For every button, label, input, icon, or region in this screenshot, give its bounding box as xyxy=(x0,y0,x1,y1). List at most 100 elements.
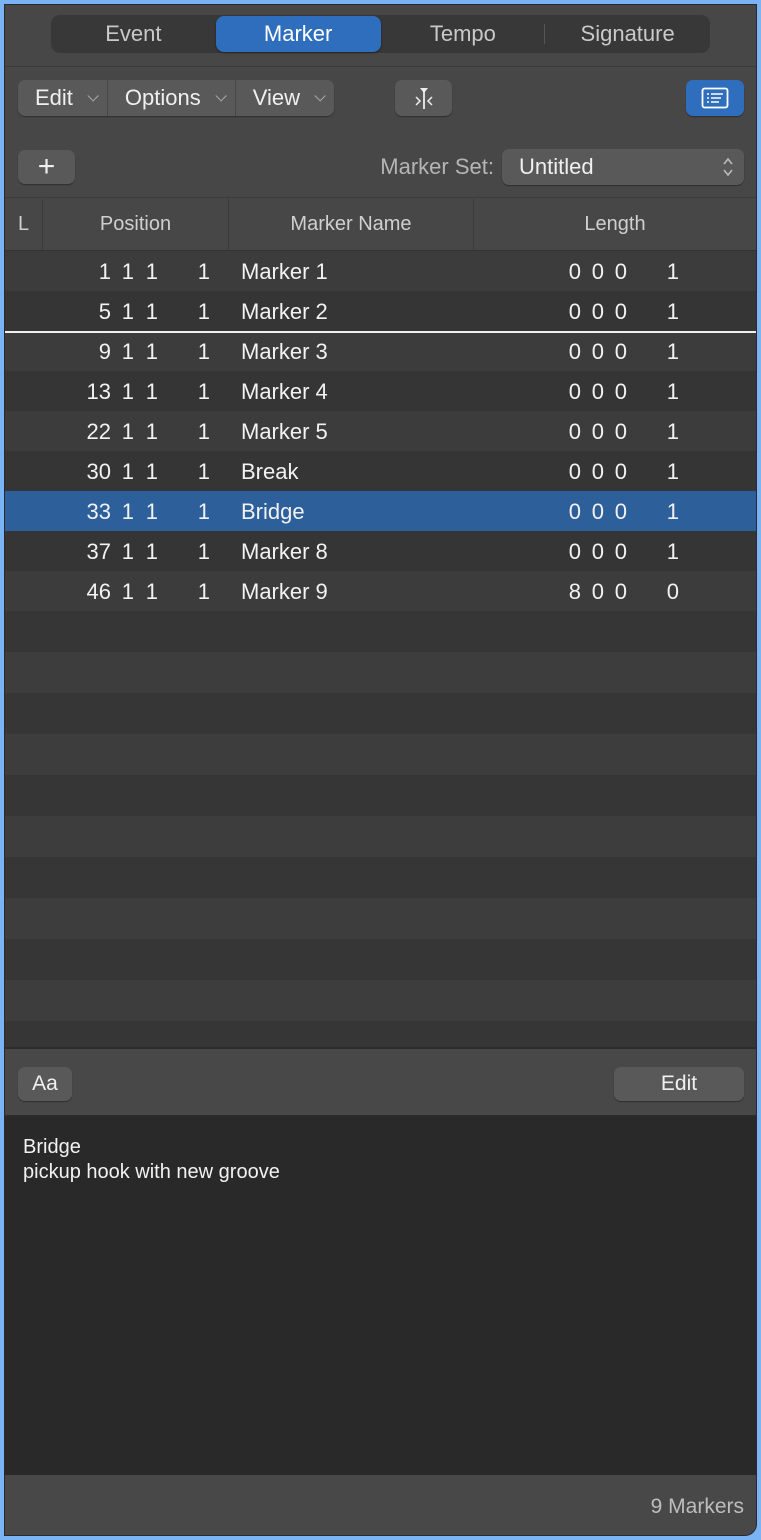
tab-bar: Event Marker Tempo Signature xyxy=(5,5,756,67)
position-division: 1 xyxy=(145,419,158,444)
marker-name[interactable]: Marker 9 xyxy=(241,579,328,605)
marker-name[interactable]: Marker 8 xyxy=(241,539,328,565)
position-division: 1 xyxy=(145,579,158,604)
tab-event[interactable]: Event xyxy=(51,15,216,53)
marker-count: 9 Markers xyxy=(650,1495,744,1518)
position-tick: 1 xyxy=(197,499,210,524)
table-row[interactable]: 30 1 1 1 Break 0 0 0 1 xyxy=(5,451,756,491)
empty-row xyxy=(5,734,756,775)
tab-segmented-control: Event Marker Tempo Signature xyxy=(51,15,710,53)
table-row[interactable]: 9 1 1 1 Marker 30001 xyxy=(5,331,756,371)
empty-row xyxy=(5,898,756,939)
length-beat: 0 xyxy=(591,379,604,404)
view-menu-label: View xyxy=(252,85,301,110)
edit-notes-button[interactable]: Edit xyxy=(614,1067,744,1101)
marker-name[interactable]: Marker 1 xyxy=(241,259,328,285)
add-marker-button[interactable]: + xyxy=(18,150,75,184)
font-button[interactable]: Aa xyxy=(18,1067,72,1101)
list-view-icon xyxy=(701,87,729,109)
position-bar: 22 xyxy=(86,419,111,444)
table-row[interactable]: 22 1 1 1 Marker 50001 xyxy=(5,411,756,451)
position-beat: 1 xyxy=(121,579,134,604)
catch-playhead-button[interactable] xyxy=(395,80,452,116)
position-division: 1 xyxy=(145,259,158,284)
position-bar: 13 xyxy=(86,379,111,404)
options-menu-label: Options xyxy=(124,85,201,110)
empty-row xyxy=(5,693,756,734)
position-bar: 5 xyxy=(98,299,111,324)
tab-signature[interactable]: Signature xyxy=(545,15,710,53)
length-division: 0 xyxy=(614,579,627,604)
up-down-chevron-icon xyxy=(723,157,733,177)
length-beat: 0 xyxy=(591,579,604,604)
marker-set-row: + Marker Set: Untitled xyxy=(5,136,756,198)
edit-menu-label: Edit xyxy=(35,85,73,110)
length-division: 0 xyxy=(614,339,627,364)
marker-set-value: Untitled xyxy=(519,154,594,179)
edit-menu-button[interactable]: Edit xyxy=(18,80,108,116)
empty-row xyxy=(5,775,756,816)
length-division: 0 xyxy=(614,499,627,524)
position-beat: 1 xyxy=(121,339,134,364)
marker-name[interactable]: Break xyxy=(241,459,298,485)
menu-group: Edit Options View xyxy=(18,80,335,116)
position-division: 1 xyxy=(145,499,158,524)
plus-icon: + xyxy=(37,150,56,183)
empty-row xyxy=(5,652,756,693)
position-beat: 1 xyxy=(121,419,134,444)
marker-list-window: Event Marker Tempo Signature Edit Option… xyxy=(4,4,757,1536)
length-division: 0 xyxy=(614,379,627,404)
table-row[interactable]: 33 1 1 1 Bridge 0 0 0 1 xyxy=(5,491,756,531)
marker-set-label: Marker Set: xyxy=(380,154,494,179)
table-row[interactable]: 5 1 1 1 Marker 20001 xyxy=(5,291,756,331)
column-header-lock[interactable]: L xyxy=(5,199,43,250)
options-menu-button[interactable]: Options xyxy=(108,80,236,116)
table-header: L Position Marker Name Length xyxy=(5,199,756,251)
length-division: 0 xyxy=(614,419,627,444)
position-beat: 1 xyxy=(121,299,134,324)
marker-name[interactable]: Marker 4 xyxy=(241,379,328,405)
length-bar: 0 xyxy=(568,539,581,564)
position-tick: 1 xyxy=(197,299,210,324)
notes-title: Bridge xyxy=(23,1136,81,1158)
length-tick: 1 xyxy=(666,379,679,404)
marker-name[interactable]: Marker 5 xyxy=(241,419,328,445)
position-tick: 1 xyxy=(197,459,210,484)
position-bar: 1 xyxy=(98,259,111,284)
notes-toolbar: Aa Edit xyxy=(5,1047,756,1117)
chevron-down-icon xyxy=(215,90,227,102)
playhead-line xyxy=(5,331,756,333)
marker-name[interactable]: Marker 3 xyxy=(241,339,328,365)
length-beat: 0 xyxy=(591,539,604,564)
length-beat: 0 xyxy=(591,299,604,324)
length-tick: 1 xyxy=(666,259,679,284)
position-tick: 1 xyxy=(197,379,210,404)
table-row[interactable]: 46 1 1 1 Marker 98000 xyxy=(5,571,756,611)
column-header-marker-name[interactable]: Marker Name xyxy=(229,199,474,250)
marker-name[interactable]: Bridge xyxy=(241,499,305,525)
table-row[interactable]: 37 1 1 1 Marker 80001 xyxy=(5,531,756,571)
length-beat: 0 xyxy=(591,259,604,284)
view-menu-button[interactable]: View xyxy=(236,80,334,116)
catch-playhead-icon xyxy=(414,88,433,109)
tab-marker[interactable]: Marker xyxy=(215,16,381,52)
table-row[interactable]: 13 1 1 1 Marker 40001 xyxy=(5,371,756,411)
marker-notes-area[interactable]: Bridge pickup hook with new groove xyxy=(5,1117,756,1475)
position-division: 1 xyxy=(145,539,158,564)
length-bar: 0 xyxy=(568,459,581,484)
column-header-length[interactable]: Length xyxy=(474,199,756,250)
length-tick: 1 xyxy=(666,539,679,564)
position-tick: 1 xyxy=(197,419,210,444)
length-tick: 0 xyxy=(666,579,679,604)
position-bar: 30 xyxy=(86,459,111,484)
position-tick: 1 xyxy=(197,539,210,564)
position-bar: 37 xyxy=(86,539,111,564)
column-header-position[interactable]: Position xyxy=(43,199,229,250)
marker-set-select[interactable]: Untitled xyxy=(502,149,744,185)
list-view-button[interactable] xyxy=(686,80,744,116)
position-beat: 1 xyxy=(121,499,134,524)
marker-name[interactable]: Marker 2 xyxy=(241,299,328,325)
tab-tempo[interactable]: Tempo xyxy=(381,15,546,53)
table-row[interactable]: 1 1 1 1 Marker 10001 xyxy=(5,251,756,291)
position-bar: 9 xyxy=(98,339,111,364)
